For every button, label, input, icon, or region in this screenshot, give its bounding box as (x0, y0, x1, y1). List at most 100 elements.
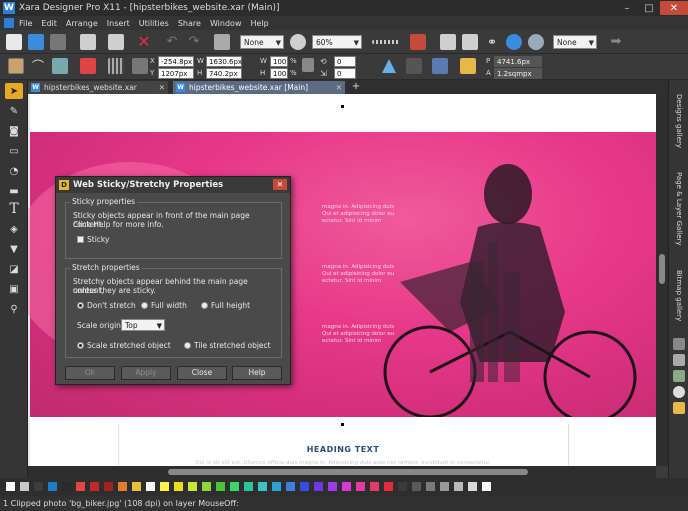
full-width-radio[interactable] (141, 302, 148, 309)
scale-width-field[interactable]: 100 (270, 56, 288, 67)
dialog-close-button[interactable]: ✕ (273, 179, 287, 190)
color-swatch[interactable] (62, 482, 71, 491)
color-swatch[interactable] (90, 482, 99, 491)
color-swatch[interactable] (202, 482, 211, 491)
web-props-icon[interactable] (462, 34, 478, 50)
save-icon[interactable] (50, 34, 66, 50)
menu-help[interactable]: Help (250, 19, 268, 28)
menu-insert[interactable]: Insert (107, 19, 130, 28)
lock-icon[interactable] (302, 58, 314, 72)
designs-gallery-tab[interactable]: Designs gallery (672, 94, 686, 164)
tile-stretched-radio[interactable] (184, 342, 191, 349)
close-window-button[interactable]: ✕ (660, 1, 688, 15)
snap-grid-icon[interactable] (372, 40, 400, 44)
tab-close-icon[interactable]: ✕ (159, 81, 165, 94)
lock-aspect-icon[interactable] (132, 58, 148, 74)
selection-handle[interactable] (341, 105, 344, 108)
color-swatch[interactable] (384, 482, 393, 491)
preview-icon[interactable] (506, 34, 522, 50)
ok-button[interactable]: Ok (65, 366, 115, 380)
fill-gallery-icon[interactable] (673, 338, 685, 350)
color-swatch[interactable] (6, 482, 15, 491)
snap-select[interactable]: None ▼ (553, 35, 597, 49)
tab-close-icon[interactable]: ✕ (336, 81, 342, 94)
shape-tool-icon[interactable]: ◔ (5, 163, 23, 179)
apply-button[interactable]: Apply (121, 366, 171, 380)
document-icon[interactable] (4, 18, 14, 28)
fill-tool-icon[interactable]: ◈ (5, 221, 23, 237)
color-swatch[interactable] (244, 482, 253, 491)
undo-icon[interactable]: ↶ (164, 34, 180, 50)
arrow-right-icon[interactable]: ➡ (608, 34, 624, 50)
maximize-button[interactable]: □ (638, 1, 660, 15)
flip-vertical-icon[interactable] (406, 58, 422, 74)
menu-window[interactable]: Window (210, 19, 242, 28)
selector-frame-icon[interactable] (8, 58, 24, 74)
scale-stretched-radio[interactable] (77, 342, 84, 349)
color-swatch[interactable] (34, 482, 43, 491)
horizontal-scroll-thumb[interactable] (168, 469, 528, 475)
color-swatch[interactable] (342, 482, 351, 491)
transparency-tool-icon[interactable]: ▼ (5, 241, 23, 257)
help-button[interactable]: Help (232, 366, 282, 380)
copy-icon[interactable] (80, 34, 96, 50)
color-swatch[interactable] (398, 482, 407, 491)
shadow-tool-icon[interactable]: ◪ (5, 261, 23, 277)
font-gallery-icon[interactable] (673, 386, 685, 398)
minimize-button[interactable]: – (616, 1, 638, 15)
color-swatch[interactable] (468, 482, 477, 491)
color-swatch[interactable] (286, 482, 295, 491)
color-swatch[interactable] (314, 482, 323, 491)
transform-icon[interactable] (80, 58, 96, 74)
color-swatch[interactable] (146, 482, 155, 491)
horizontal-scrollbar[interactable] (28, 466, 656, 478)
color-swatch[interactable] (440, 482, 449, 491)
color-swatch[interactable] (426, 482, 435, 491)
add-tab-button[interactable]: + (350, 81, 362, 93)
skew-field[interactable]: 0 (334, 68, 356, 79)
color-swatch[interactable] (328, 482, 337, 491)
color-swatch[interactable] (272, 482, 281, 491)
selection-handle[interactable] (341, 423, 344, 426)
color-swatch[interactable] (160, 482, 169, 491)
menu-share[interactable]: Share (178, 19, 201, 28)
tag-icon[interactable] (460, 58, 476, 74)
rotate-field[interactable]: 0 (334, 56, 356, 67)
bitmap-gallery-tab[interactable]: Bitmap gallery (672, 270, 686, 332)
dont-stretch-radio[interactable] (77, 302, 84, 309)
menu-utilities[interactable]: Utilities (139, 19, 169, 28)
redo-icon[interactable]: ↷ (186, 34, 202, 50)
color-swatch[interactable] (76, 482, 85, 491)
delete-icon[interactable]: ✕ (136, 34, 152, 50)
line-tool-icon[interactable] (432, 58, 448, 74)
color-swatch[interactable] (356, 482, 365, 491)
eraser-tool-icon[interactable]: ▭ (5, 143, 23, 159)
import-icon[interactable] (214, 34, 230, 50)
line-gallery-icon[interactable] (673, 354, 685, 366)
color-swatch[interactable] (230, 482, 239, 491)
width-field[interactable]: 1630.6px (206, 56, 242, 67)
scale-height-field[interactable]: 100 (270, 68, 288, 79)
close-button[interactable]: Close (177, 366, 227, 380)
y-field[interactable]: 1207px (158, 68, 194, 79)
sticky-checkbox[interactable] (77, 236, 84, 243)
rectangle-tool-icon[interactable]: ▬ (5, 183, 23, 199)
color-swatch[interactable] (48, 482, 57, 491)
new-document-icon[interactable] (6, 34, 22, 50)
color-swatch[interactable] (20, 482, 29, 491)
color-swatch[interactable] (412, 482, 421, 491)
paste-icon[interactable] (108, 34, 124, 50)
zoom-icon[interactable] (290, 34, 306, 50)
heading-text[interactable]: HEADING TEXT (30, 445, 656, 454)
color-gallery-icon[interactable] (673, 370, 685, 382)
pen-tool-icon[interactable]: ✎ (5, 103, 23, 119)
color-swatch[interactable] (174, 482, 183, 491)
zoom-tool-icon[interactable]: ⚲ (5, 301, 23, 317)
publish-icon[interactable] (528, 34, 544, 50)
link-icon[interactable]: ⚭ (484, 34, 500, 50)
flip-horizontal-icon[interactable] (382, 59, 396, 73)
full-height-radio[interactable] (201, 302, 208, 309)
height-field[interactable]: 740.2px (206, 68, 242, 79)
tab-main[interactable]: W hipsterbikes_website.xar [Main] ✕ (173, 81, 345, 94)
quality-select[interactable]: None ▼ (240, 35, 284, 49)
